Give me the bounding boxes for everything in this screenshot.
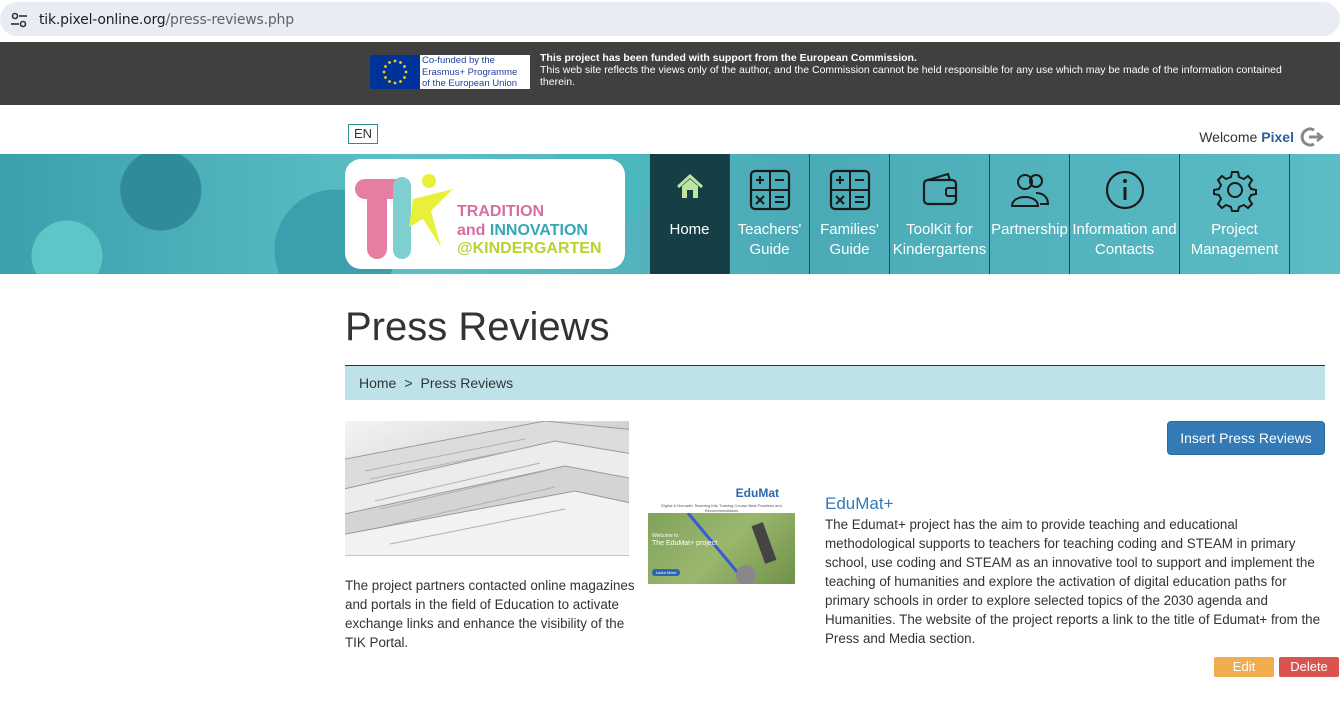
breadcrumb-home[interactable]: Home [359, 375, 396, 391]
home-icon [676, 173, 703, 198]
eu-funding-banner: Co-funded by the Erasmus+ Programme of t… [0, 42, 1340, 105]
logo-figure-icon [409, 174, 453, 247]
thumb-headline: The EduMat+ project [652, 540, 718, 547]
site-settings-icon[interactable] [10, 12, 28, 28]
thumb-welcome: Welcome to [652, 533, 679, 539]
nav-item-partnership[interactable]: Partnership [990, 154, 1070, 274]
newspapers-image [345, 421, 629, 556]
nav-label-information: Information and Contacts [1072, 221, 1177, 258]
nav-item-home[interactable]: Home [650, 154, 730, 274]
review-title-link[interactable]: EduMat+ [825, 494, 894, 514]
calculator-icon [749, 169, 790, 211]
thumb-menu: Digital & Nomadic Teaching Kits Training… [661, 503, 782, 513]
insert-press-reviews-button[interactable]: Insert Press Reviews [1167, 421, 1325, 455]
logo-line-1: Co-funded by the [422, 55, 495, 66]
nav-item-teachers-guide[interactable]: Teachers' Guide [730, 154, 810, 274]
review-thumbnail[interactable]: EduMat Digital & Nomadic Teaching Kits T… [648, 483, 795, 584]
logout-icon[interactable] [1298, 126, 1324, 148]
url-host: tik.pixel-online.org [39, 12, 166, 28]
nav-item-families-guide[interactable]: Families' Guide [810, 154, 890, 274]
welcome-area: Welcome Pixel [1199, 126, 1324, 148]
url-bar[interactable]: tik.pixel-online.org/press-reviews.php [0, 2, 1340, 36]
url-text[interactable]: tik.pixel-online.org/press-reviews.php [39, 12, 294, 28]
eu-disclaimer: This project has been funded with suppor… [540, 52, 1310, 88]
gear-icon [1212, 171, 1257, 212]
nav-label-project-management: Project Management [1190, 221, 1279, 258]
welcome-label: Welcome [1199, 129, 1258, 145]
logo-line-1: TRADITION [457, 203, 545, 220]
logo-wordmark: TRADITION and INNOVATION @KINDERGARTEN [457, 203, 602, 259]
info-icon [1105, 170, 1144, 210]
delete-button[interactable]: Delete [1279, 657, 1339, 677]
intro-text: The project partners contacted online ma… [345, 578, 635, 650]
logo-t-stem [367, 181, 387, 259]
review-description: The Edumat+ project has the aim to provi… [825, 517, 1321, 646]
nav-label-partnership: Partnership [991, 221, 1068, 238]
site-logo[interactable]: TRADITION and INNOVATION @KINDERGARTEN [345, 159, 625, 269]
page-title: Press Reviews [345, 305, 610, 349]
logo-line-3: of the European Union [422, 78, 518, 89]
logo-line-2a: and [457, 221, 486, 239]
nav-item-information[interactable]: Information and Contacts [1070, 154, 1180, 274]
language-selector[interactable]: EN [348, 124, 378, 144]
url-path: /press-reviews.php [165, 12, 295, 28]
calculator-icon [829, 169, 870, 211]
breadcrumb: Home > Press Reviews [345, 366, 1325, 400]
erasmus-logo-text: Co-funded by the Erasmus+ Programme of t… [422, 55, 517, 90]
eu-flag-icon [370, 55, 420, 89]
nav-label-teachers-guide: Teachers' Guide [737, 221, 802, 258]
breadcrumb-separator: > [404, 375, 413, 391]
wallet-icon [922, 172, 957, 206]
nav-item-project-management[interactable]: Project Management [1180, 154, 1290, 274]
nav-label-families-guide: Families' Guide [820, 221, 879, 258]
nav-item-toolkit[interactable]: ToolKit for Kindergartens [890, 154, 990, 274]
browser-address-bar: tik.pixel-online.org/press-reviews.php [0, 0, 1340, 42]
users-icon [1010, 174, 1049, 207]
edit-button[interactable]: Edit [1214, 657, 1274, 677]
user-name[interactable]: Pixel [1261, 129, 1294, 145]
eu-headline: This project has been funded with suppor… [540, 52, 917, 64]
logo-line-2: Erasmus+ Programme [422, 66, 518, 78]
erasmus-logo: Co-funded by the Erasmus+ Programme of t… [370, 55, 530, 89]
logo-line-3: @KINDERGARTEN [457, 240, 602, 257]
eu-disclaimer-text: This web site reflects the views only of… [540, 64, 1282, 88]
logo-line-2b: INNOVATION [489, 221, 588, 239]
main-nav: Home Teachers' Guide Families' Guide Too… [650, 154, 1290, 274]
nav-label-toolkit: ToolKit for Kindergartens [892, 221, 987, 258]
site-header: TRADITION and INNOVATION @KINDERGARTEN H… [0, 154, 1340, 274]
newspapers-illustration [345, 421, 629, 556]
thumb-learn-more: Learn More [652, 569, 680, 576]
nav-label-home: Home [669, 221, 710, 238]
thumb-logo: EduMat [735, 486, 779, 500]
breadcrumb-current: Press Reviews [420, 375, 514, 391]
